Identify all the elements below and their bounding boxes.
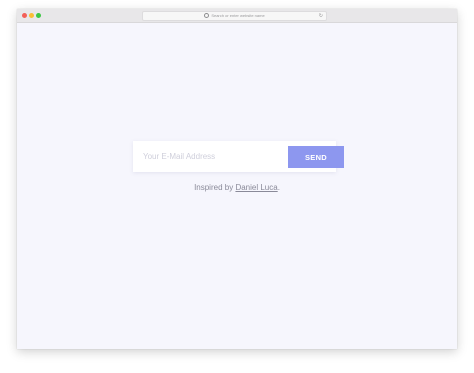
subscribe-form: SEND: [133, 141, 344, 172]
credit-line: Inspired by Daniel Luca.: [17, 183, 457, 192]
email-input[interactable]: [133, 141, 283, 172]
browser-titlebar: Search or enter website name ↻: [17, 9, 457, 23]
address-bar[interactable]: Search or enter website name ↻: [142, 11, 327, 21]
maximize-window-button[interactable]: [36, 13, 41, 18]
close-window-button[interactable]: [22, 13, 27, 18]
search-icon: [204, 12, 210, 18]
credit-suffix: .: [277, 183, 280, 192]
minimize-window-button[interactable]: [29, 13, 34, 18]
reload-icon[interactable]: ↻: [319, 12, 323, 20]
credit-prefix: Inspired by: [194, 183, 234, 192]
author-link[interactable]: Daniel Luca: [235, 183, 277, 192]
send-button[interactable]: SEND: [288, 146, 344, 168]
address-bar-placeholder: Search or enter website name: [211, 13, 265, 18]
browser-window: Search or enter website name ↻ SEND Insp…: [17, 9, 457, 349]
